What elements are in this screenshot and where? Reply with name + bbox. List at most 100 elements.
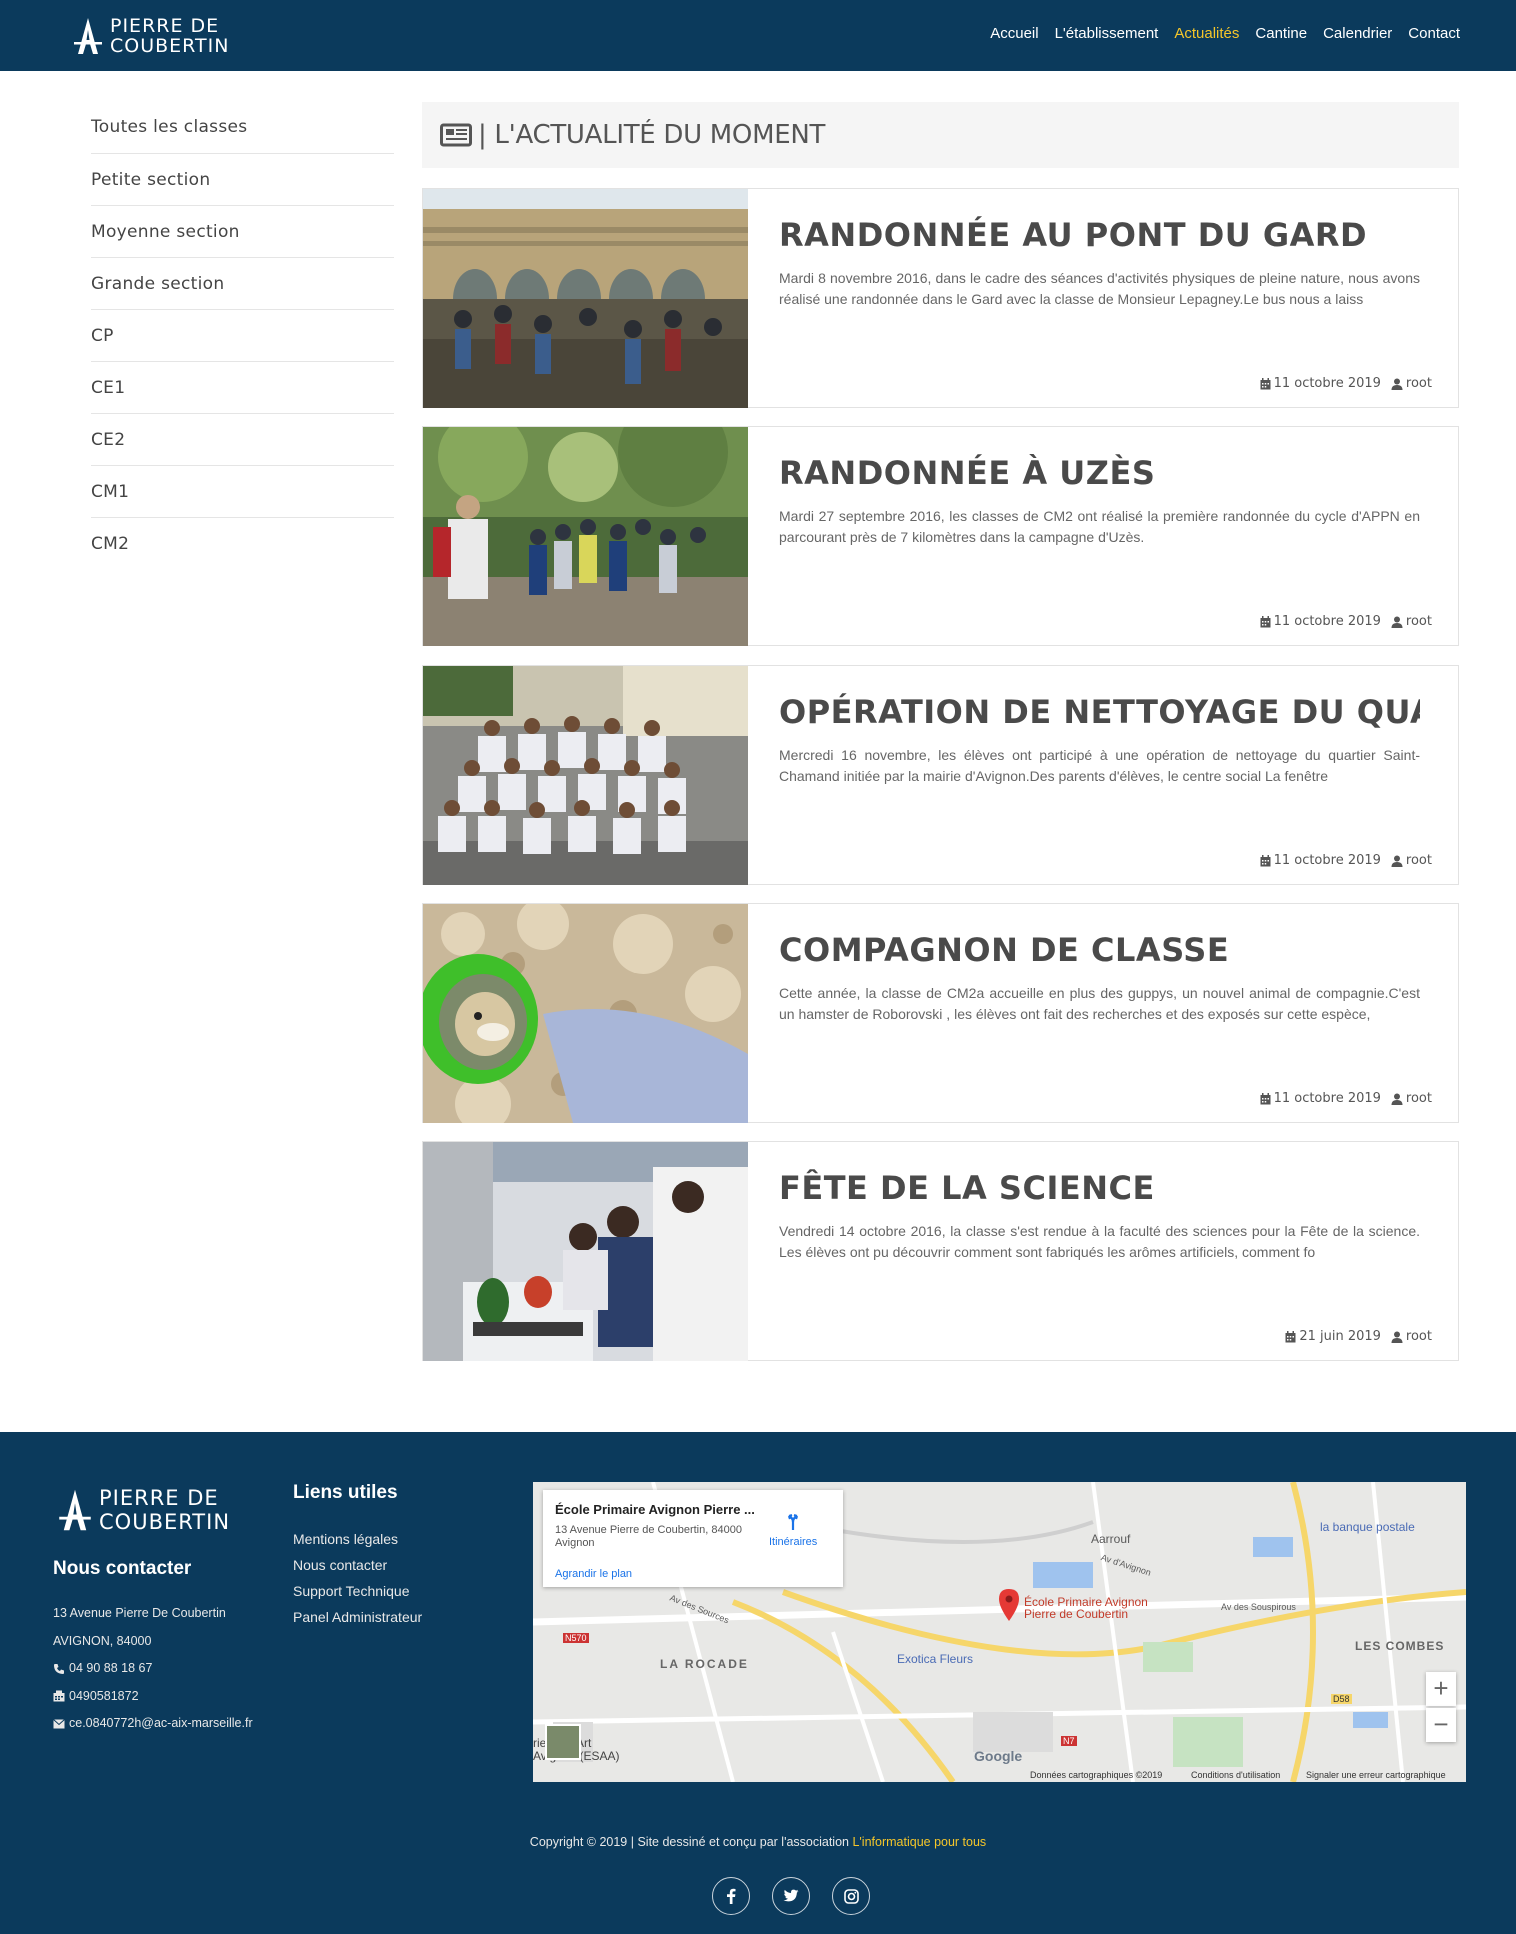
- article-title[interactable]: COMPAGNON DE CLASSE: [779, 931, 1420, 969]
- footer-logo-text: PIERRE DE COUBERTIN: [99, 1486, 230, 1534]
- article-body: RANDONNÉE AU PONT DU GARD Mardi 8 novemb…: [779, 189, 1432, 408]
- article-body: FÊTE DE LA SCIENCE Vendredi 14 octobre 2…: [779, 1142, 1432, 1361]
- link-nous-contacter[interactable]: Nous contacter: [293, 1552, 422, 1578]
- class-filter-sidebar: Toutes les classes Petite section Moyenn…: [91, 100, 394, 570]
- calendar-icon: [1260, 854, 1271, 866]
- nav-calendrier[interactable]: Calendrier: [1323, 25, 1392, 42]
- article-image[interactable]: [423, 1142, 748, 1361]
- contact-info: 13 Avenue Pierre De Coubertin AVIGNON, 8…: [53, 1600, 253, 1738]
- logo-mark-icon: [59, 1489, 91, 1531]
- calendar-icon: [1260, 615, 1271, 627]
- phone-icon: [54, 1663, 64, 1674]
- calendar-icon: [1260, 377, 1271, 389]
- map-zoom-in-button[interactable]: +: [1426, 1672, 1456, 1706]
- article-body: OPÉRATION DE NETTOYAGE DU QUA Mercredi 1…: [779, 666, 1432, 885]
- directions-icon: [788, 1513, 799, 1530]
- site-logo[interactable]: PIERRE DE COUBERTIN: [72, 14, 229, 58]
- sidebar-item-cm2[interactable]: CM2: [91, 518, 394, 570]
- newspaper-icon: [440, 123, 472, 147]
- copyright-text: Copyright © 2019 | Site dessiné et conçu…: [529, 1835, 853, 1849]
- article-excerpt: Mardi 8 novembre 2016, dans le cadre des…: [779, 270, 1420, 307]
- article-title[interactable]: OPÉRATION DE NETTOYAGE DU QUA: [779, 693, 1420, 731]
- footer-logo-line-1: PIERRE DE: [99, 1486, 219, 1510]
- article-meta: 11 octobre 2019 root: [1260, 614, 1432, 629]
- article-card[interactable]: RANDONNÉE AU PONT DU GARD Mardi 8 novemb…: [422, 188, 1459, 408]
- map-label-n570: N570: [563, 1633, 589, 1643]
- article-title[interactable]: FÊTE DE LA SCIENCE: [779, 1169, 1420, 1207]
- article-excerpt: Mercredi 16 novembre, les élèves ont par…: [779, 747, 1420, 784]
- copyright-link[interactable]: L'informatique pour tous: [852, 1835, 986, 1849]
- map-label-rocade: LA ROCADE: [660, 1657, 749, 1671]
- nav-etablissement[interactable]: L'établissement: [1055, 25, 1159, 42]
- sidebar-item-cp[interactable]: CP: [91, 310, 394, 362]
- map-directions-button[interactable]: Itinéraires: [769, 1512, 817, 1548]
- nav-cantine[interactable]: Cantine: [1255, 25, 1307, 42]
- map-label-av-souspirous: Av des Souspirous: [1221, 1602, 1296, 1612]
- article-title[interactable]: RANDONNÉE AU PONT DU GARD: [779, 216, 1420, 254]
- instagram-button[interactable]: [832, 1877, 870, 1915]
- article-image[interactable]: [423, 904, 748, 1123]
- email-address[interactable]: ce.0840772h@ac-aix-marseille.fr: [69, 1710, 253, 1738]
- map-report-link[interactable]: Signaler une erreur cartographique: [1306, 1770, 1446, 1780]
- map-label-aarrouf: Aarrouf: [1091, 1532, 1131, 1546]
- article-date: 11 octobre 2019: [1273, 376, 1381, 391]
- map-label-d58: D58: [1331, 1694, 1352, 1704]
- nav-accueil[interactable]: Accueil: [990, 25, 1038, 42]
- site-footer: PIERRE DE COUBERTIN Nous contacter 13 Av…: [0, 1432, 1516, 1934]
- map-label-banque: la banque postale: [1320, 1520, 1415, 1534]
- sidebar-item-moyenne-section[interactable]: Moyenne section: [91, 206, 394, 258]
- user-icon: [1391, 1331, 1403, 1343]
- section-title: | L'ACTUALITÉ DU MOMENT: [478, 120, 826, 150]
- article-image[interactable]: [423, 427, 748, 646]
- fax-line: 0490581872: [53, 1683, 253, 1711]
- nav-actualites[interactable]: Actualités: [1174, 25, 1239, 42]
- article-date: 11 octobre 2019: [1273, 853, 1381, 868]
- phone-number[interactable]: 04 90 88 18 67: [69, 1655, 152, 1683]
- map-zoom-out-button[interactable]: −: [1426, 1708, 1456, 1742]
- logo-text: PIERRE DE COUBERTIN: [110, 16, 229, 56]
- article-card[interactable]: FÊTE DE LA SCIENCE Vendredi 14 octobre 2…: [422, 1141, 1459, 1361]
- useful-links: Mentions légales Nous contacter Support …: [293, 1526, 422, 1630]
- twitter-icon: [783, 1889, 799, 1902]
- logo-mark-icon: [74, 18, 102, 54]
- article-card[interactable]: RANDONNÉE À UZÈS Mardi 27 septembre 2016…: [422, 426, 1459, 646]
- facebook-button[interactable]: [712, 1877, 750, 1915]
- nav-contact[interactable]: Contact: [1408, 25, 1460, 42]
- article-title[interactable]: RANDONNÉE À UZÈS: [779, 454, 1420, 492]
- location-pin-icon[interactable]: [998, 1588, 1020, 1622]
- article-excerpt: Mardi 27 septembre 2016, les classes de …: [779, 508, 1420, 545]
- link-support-technique[interactable]: Support Technique: [293, 1578, 422, 1604]
- link-mentions-legales[interactable]: Mentions légales: [293, 1526, 422, 1552]
- twitter-button[interactable]: [772, 1877, 810, 1915]
- sidebar-item-all[interactable]: Toutes les classes: [91, 100, 394, 154]
- article-body: RANDONNÉE À UZÈS Mardi 27 septembre 2016…: [779, 427, 1432, 646]
- article-card[interactable]: OPÉRATION DE NETTOYAGE DU QUA Mercredi 1…: [422, 665, 1459, 885]
- phone-line: 04 90 88 18 67: [53, 1655, 253, 1683]
- useful-links-title: Liens utiles: [293, 1482, 398, 1503]
- article-image[interactable]: [423, 189, 748, 408]
- sidebar-item-ce1[interactable]: CE1: [91, 362, 394, 414]
- user-icon: [1391, 855, 1403, 867]
- user-icon: [1391, 616, 1403, 628]
- site-header: PIERRE DE COUBERTIN Accueil L'établissem…: [0, 0, 1516, 71]
- map-enlarge-link[interactable]: Agrandir le plan: [555, 1568, 632, 1580]
- footer-logo[interactable]: PIERRE DE COUBERTIN: [57, 1486, 230, 1534]
- article-date: 11 octobre 2019: [1273, 614, 1381, 629]
- sidebar-item-cm1[interactable]: CM1: [91, 466, 394, 518]
- map-label-n7: N7: [1061, 1736, 1077, 1746]
- article-excerpt: Vendredi 14 octobre 2016, la classe s'es…: [779, 1223, 1420, 1260]
- instagram-icon: [843, 1888, 859, 1904]
- address-line-1: 13 Avenue Pierre De Coubertin: [53, 1606, 226, 1620]
- contact-title: Nous contacter: [53, 1558, 192, 1579]
- map-terms-link[interactable]: Conditions d'utilisation: [1191, 1770, 1280, 1780]
- sidebar-item-petite-section[interactable]: Petite section: [91, 154, 394, 206]
- link-panel-admin[interactable]: Panel Administrateur: [293, 1604, 422, 1630]
- article-author: root: [1405, 1329, 1432, 1344]
- article-image[interactable]: [423, 666, 748, 885]
- sidebar-item-ce2[interactable]: CE2: [91, 414, 394, 466]
- sidebar-item-grande-section[interactable]: Grande section: [91, 258, 394, 310]
- google-map[interactable]: École Primaire Avignon Pierre de Couberti…: [533, 1482, 1466, 1782]
- map-satellite-toggle[interactable]: [545, 1724, 581, 1760]
- facebook-icon: [727, 1888, 736, 1904]
- article-card[interactable]: COMPAGNON DE CLASSE Cette année, la clas…: [422, 903, 1459, 1123]
